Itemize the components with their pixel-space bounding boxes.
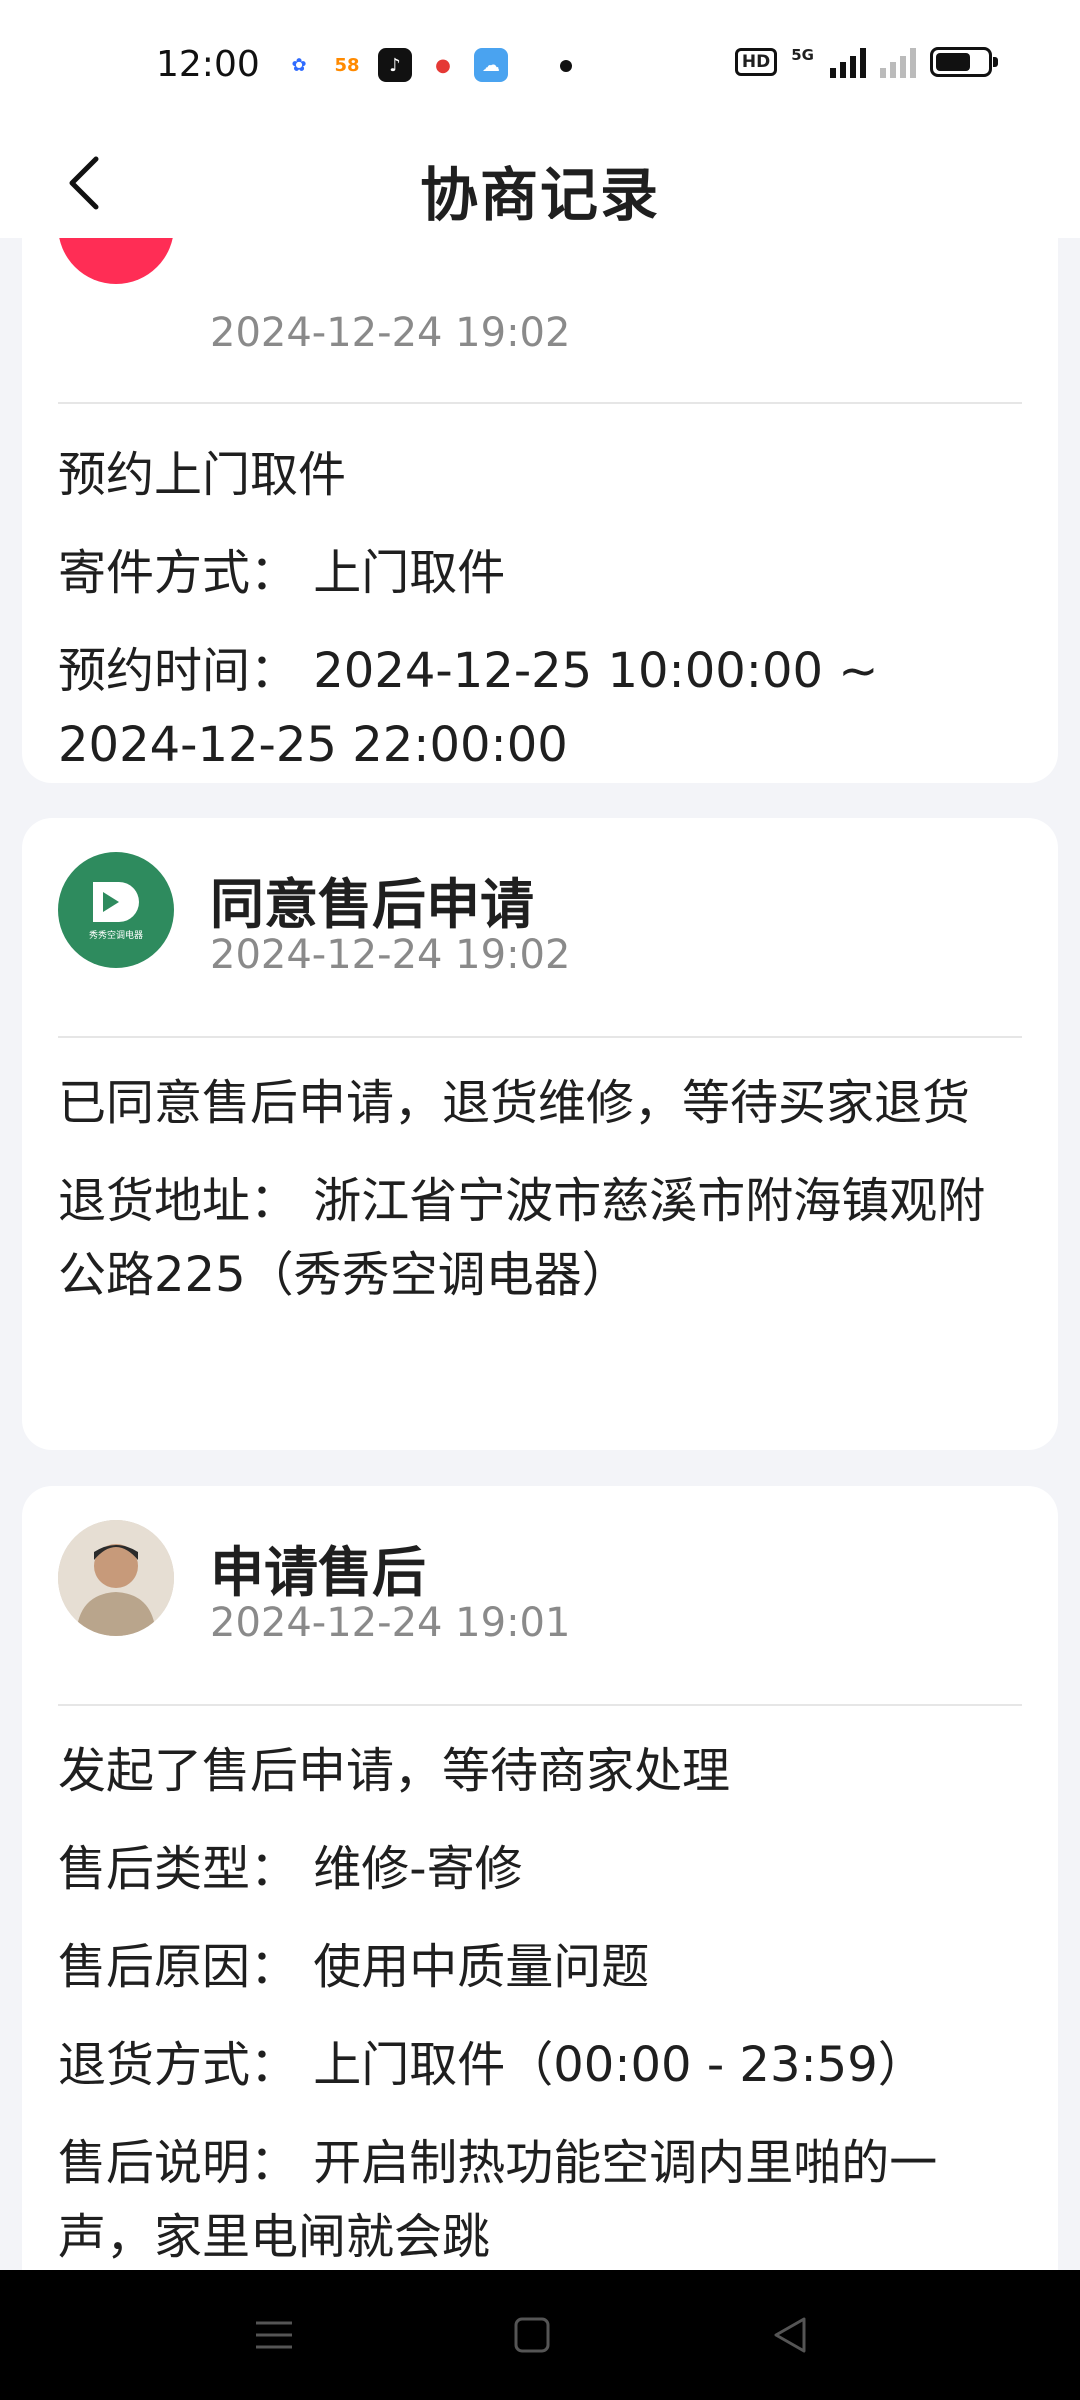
record-card: 申请售后 2024-12-24 19:01 发起了售后申请，等待商家处理 售后类… <box>22 1486 1058 2270</box>
page-header: 协商记录 <box>0 130 1080 238</box>
avatar <box>58 238 174 284</box>
record-time: 2024-12-24 19:01 <box>210 1600 571 1646</box>
avatar <box>58 1520 174 1636</box>
status-time: 12:00 <box>156 44 260 85</box>
58-icon: 58 <box>330 48 364 82</box>
menu-icon <box>256 2321 292 2349</box>
record-body: 预约上门取件 寄件方式： 上门取件 预约时间： 2024-12-25 10:00… <box>22 438 1058 782</box>
signal-sim2-icon <box>880 46 916 78</box>
system-navigation-bar <box>0 2270 1080 2400</box>
menu-button[interactable] <box>244 2310 304 2360</box>
back-nav-button[interactable] <box>760 2310 820 2360</box>
record-line: 售后说明： 开启制热功能空调内里啪的一声，家里电闸就会跳 <box>58 2135 938 2265</box>
home-square-icon <box>514 2317 550 2353</box>
record-title: 同意售后申请 <box>210 873 534 936</box>
store-logo-avatar: 秀秀空调电器 <box>58 852 174 968</box>
signal-icon <box>830 46 866 78</box>
triangle-back-icon <box>774 2317 806 2353</box>
record-card: 2024-12-24 19:02 预约上门取件 寄件方式： 上门取件 预约时间：… <box>22 238 1058 783</box>
record-line: 售后原因： 使用中质量问题 <box>58 1939 650 1995</box>
record-body: 已同意售后申请，退货维修，等待买家退货 退货地址： 浙江省宁波市慈溪市附海镇观附… <box>22 1066 1058 1312</box>
system-indicators: HD 5G <box>734 46 998 78</box>
home-button[interactable] <box>502 2310 562 2360</box>
record-time: 2024-12-24 19:02 <box>210 310 571 356</box>
record-line: 预约上门取件 <box>58 447 347 503</box>
record-title: 申请售后 <box>210 1541 426 1604</box>
divider <box>58 402 1022 404</box>
negotiation-record-list[interactable]: 2024-12-24 19:02 预约上门取件 寄件方式： 上门取件 预约时间：… <box>0 238 1080 2270</box>
record-line: 发起了售后申请，等待商家处理 <box>58 1743 731 1799</box>
record-line: 退货方式： 上门取件（00:00 - 23:59） <box>58 2037 926 2093</box>
record-line: 已同意售后申请，退货维修，等待买家退货 <box>58 1075 971 1131</box>
divider <box>58 1704 1022 1706</box>
more-notifications-dot <box>560 60 572 72</box>
record-line: 预约时间： 2024-12-25 10:00:00 ~ 2024-12-25 2… <box>58 643 879 773</box>
record-body: 发起了售后申请，等待商家处理 售后类型： 维修-寄修 售后原因： 使用中质量问题… <box>22 1734 1058 2270</box>
store-logo-icon <box>93 881 139 922</box>
tiktok-icon: ♪ <box>378 48 412 82</box>
record-line: 寄件方式： 上门取件 <box>58 545 506 601</box>
hd-voice-icon: HD <box>734 48 778 76</box>
battery-icon <box>930 47 998 77</box>
divider <box>58 1036 1022 1038</box>
record-card-header: 申请售后 2024-12-24 19:01 <box>22 1486 1058 1706</box>
record-time: 2024-12-24 19:02 <box>210 932 571 978</box>
record-line: 售后类型： 维修-寄修 <box>58 1841 523 1897</box>
record-line: 退货地址： 浙江省宁波市慈溪市附海镇观附公路225（秀秀空调电器） <box>58 1173 986 1303</box>
notification-icons: ✿ 58 ♪ ● ☁ <box>282 48 508 82</box>
user-avatar-icon <box>58 1520 174 1636</box>
record-card: 秀秀空调电器 同意售后申请 2024-12-24 19:02 已同意售后申请，退… <box>22 818 1058 1450</box>
baidu-icon: ✿ <box>282 48 316 82</box>
video-icon: ● <box>426 48 460 82</box>
page-title: 协商记录 <box>419 161 660 229</box>
weather-icon: ☁ <box>474 48 508 82</box>
record-card-header: 秀秀空调电器 同意售后申请 2024-12-24 19:02 <box>22 818 1058 1038</box>
network-type-label: 5G <box>791 46 814 64</box>
status-bar: 12:00 ✿ 58 ♪ ● ☁ HD 5G <box>0 0 1080 130</box>
